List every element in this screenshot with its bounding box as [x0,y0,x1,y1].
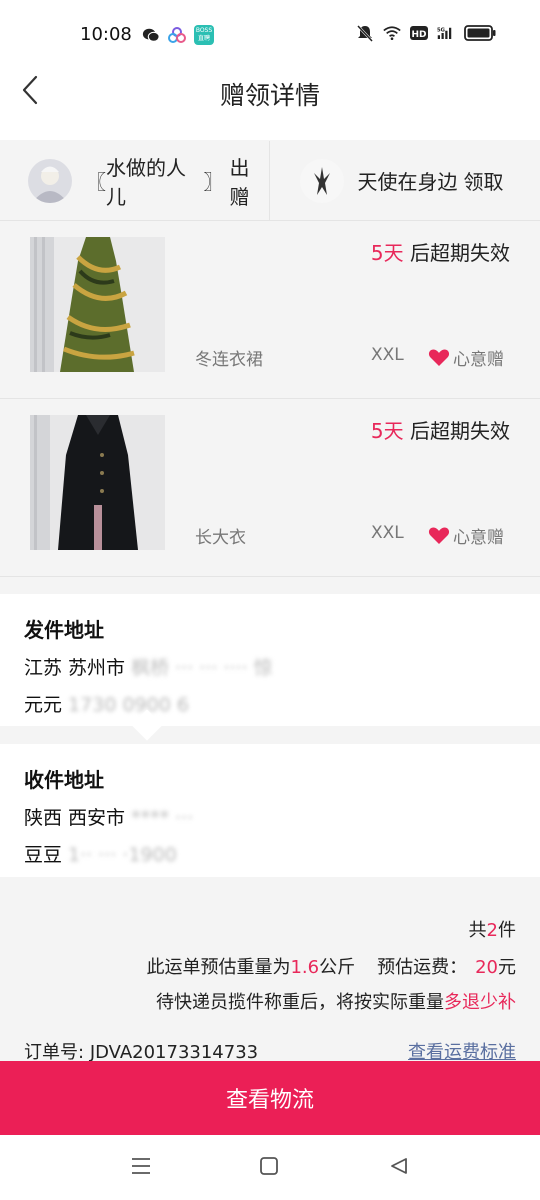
home-icon [259,1156,279,1180]
fee-prefix: 预估运费： [377,957,468,978]
expire-text: 后超期失效 [403,419,510,443]
sender-address-line: 江苏 苏州市 枫桥 ··· ··· ···· 惊 [24,653,516,680]
hd-icon: HD [410,24,428,42]
view-logistics-button[interactable]: 查看物流 [0,1061,540,1135]
heart-icon [428,349,450,366]
sender-phone-redacted: 1730 0900 6 [62,694,189,716]
expire-days: 5天 [370,419,404,443]
svg-text:5G: 5G [437,28,445,34]
receiver-cell[interactable]: 天使在身边 领取 [268,141,540,220]
receiver-name: 天使在身边 [357,170,458,194]
expire-text: 后超期失效 [403,241,510,265]
item-count: 共2件 [469,916,516,942]
wechat-icon [142,26,160,44]
nav-back-button[interactable] [386,1155,412,1181]
weight-fee-line: 此运单预估重量为1.6公斤 预估运费： 20元 [146,953,516,979]
giver-cell[interactable]: 〖 水做的人儿 〗 出赠 [0,141,269,220]
receiver-address: 收件地址 陕西 西安市 **** ··· 豆豆 1·· ··· ·1900 [0,744,540,877]
gift-item[interactable]: 5天 后超期失效 冬连衣裙 XXL 心意赠 [0,221,540,399]
sender-contact-line: 元元 1730 0900 6 [24,690,516,717]
item-photo-coat [30,415,165,550]
mute-icon [356,24,374,42]
status-time: 10:08 [80,24,132,45]
giver-action: 出赠 [229,155,250,209]
back-nav-icon [389,1156,409,1180]
item-name: 长大衣 [195,528,246,548]
item-tag: 心意赠 [428,345,504,370]
receiver-street-redacted: **** ··· [125,807,194,829]
sender-street-redacted: 枫桥 ··· ··· ···· 惊 [125,657,273,679]
menu-icon [130,1156,152,1180]
receiver-name: 豆豆 [24,844,63,866]
weight-note-text: 待快递员揽件称重后，将按实际重量 [156,992,444,1013]
sender-address: 发件地址 江苏 苏州市 枫桥 ··· ··· ···· 惊 元元 1730 09… [0,594,540,741]
sender-region: 江苏 苏州市 [24,657,126,679]
item-tag-label: 心意赠 [453,528,504,548]
fee-value: 20 [475,957,498,978]
order-label: 订单号: [24,1042,85,1063]
weight-unit: 公斤 [319,957,356,978]
item-tag: 心意赠 [428,523,504,548]
receiver-address-line: 陕西 西安市 **** ··· [24,803,516,830]
page-title: 赠领详情 [219,81,320,110]
item-name: 冬连衣裙 [195,350,263,370]
item-count-value: 2 [486,920,498,941]
weight-value: 1.6 [290,957,320,978]
receiver-contact-line: 豆豆 1·· ··· ·1900 [24,840,516,867]
giver-name: 水做的人儿 [106,155,186,209]
item-size: XXL [371,523,404,543]
item-tag-label: 心意赠 [453,350,504,370]
svg-text:HD: HD [411,30,426,40]
receiver-action: 领取 [463,170,504,194]
status-left-icons: BOSS 直聘 [142,25,214,45]
shipping-summary: 共2件 此运单预估重量为1.6公斤 预估运费： 20元 待快递员揽件称重后，将按实际… [0,878,540,1063]
receiver-avatar [299,158,344,203]
giver-close-bracket: 〗 [203,170,224,194]
weight-prefix: 此运单预估重量为 [146,957,291,978]
app-icon [168,26,186,44]
signal-5g-icon: 5G [437,24,455,42]
receiver-address-title: 收件地址 [24,768,104,792]
item-size: XXL [371,345,404,365]
receiver-region: 陕西 西安市 [24,807,126,829]
weight-note-highlight: 多退少补 [444,992,516,1013]
system-nav-bar [0,1135,540,1200]
status-right-icons: HD 5G [356,24,496,42]
heart-icon [428,527,450,544]
battery-icon [464,24,496,42]
expire-days: 5天 [370,241,404,265]
users-row: 〖 水做的人儿 〗 出赠 天使在身边 领取 [0,141,540,221]
title-bar: 赠领详情 [0,68,540,140]
menu-button[interactable] [128,1155,154,1181]
sender-name: 元元 [24,694,63,716]
wifi-icon [383,24,401,42]
item-count-suffix: 件 [498,920,516,941]
boss-icon: BOSS 直聘 [194,25,214,45]
order-value: JDVA20173314733 [89,1042,259,1063]
fee-unit: 元 [498,957,516,978]
giver-avatar [28,158,72,203]
giver-open-bracket: 〖 [86,170,106,194]
status-bar: 10:08 BOSS 直聘 HD 5G [0,0,540,68]
weight-note: 待快递员揽件称重后，将按实际重量多退少补 [156,988,516,1014]
receiver-phone-redacted: 1·· ··· ·1900 [62,844,177,866]
sender-address-title: 发件地址 [24,618,104,642]
item-photo-dress [30,237,165,372]
home-button[interactable] [256,1155,282,1181]
expire-notice: 5天 后超期失效 [371,415,510,444]
expire-notice: 5天 后超期失效 [371,237,510,266]
gift-item[interactable]: 5天 后超期失效 长大衣 XXL 心意赠 [0,399,540,577]
item-count-prefix: 共 [468,920,487,941]
